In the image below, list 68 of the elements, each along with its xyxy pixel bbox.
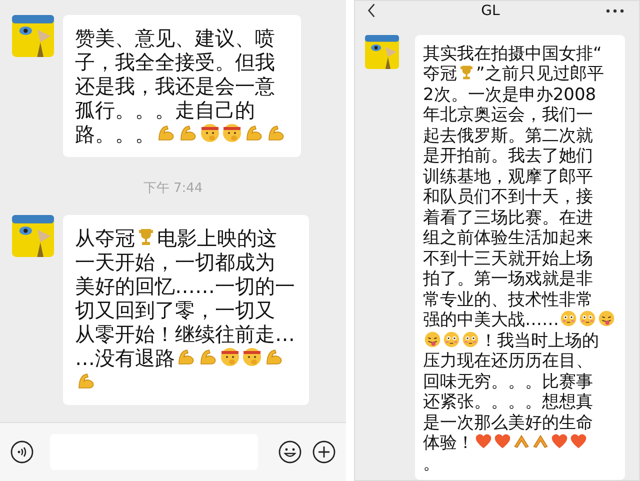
flushed-face-icon — [443, 330, 460, 348]
message-text: 其实我在拍摄中国女排“ — [423, 44, 602, 64]
flexed-arm-icon — [76, 371, 96, 392]
bird-avatar-icon[interactable] — [365, 34, 399, 68]
message-text: 2次。一次是申办2008 — [423, 84, 596, 104]
smiley-icon[interactable] — [278, 440, 302, 464]
flexed-arm-icon — [156, 123, 176, 144]
message-text: 是开拍前。我去了她们 — [423, 146, 593, 166]
message-text: 子，我全全接受。但我 — [75, 50, 275, 74]
message-text: 孤行。。。走自己的 — [75, 98, 255, 122]
flexed-arm-icon — [266, 123, 286, 144]
back-icon[interactable] — [367, 3, 376, 18]
heart-icon — [494, 433, 511, 450]
flushed-face-icon — [579, 310, 596, 328]
message-text: 起去俄罗斯。第二次就 — [423, 126, 593, 146]
trophy-icon — [136, 227, 156, 248]
plus-icon[interactable] — [312, 440, 336, 464]
message-text: 常专业的、技术性非常 — [423, 290, 593, 310]
message-text: …没有退路 — [75, 346, 175, 370]
bird-avatar-icon[interactable] — [12, 15, 54, 57]
flexed-arm-icon — [244, 123, 264, 144]
message-text: 还紧张。。。。想想真 — [423, 392, 593, 412]
message-text: 年北京奥运会，我们一 — [423, 105, 593, 125]
message-text: 和队员们不到十天，接 — [423, 187, 593, 207]
message-text: 回味无穷。。。比赛事 — [423, 372, 593, 392]
message-text: 着看了三场比赛。在进 — [423, 208, 593, 228]
flushed-face-icon — [462, 330, 479, 348]
message-text: ”之前只见过郎平 — [476, 64, 604, 84]
message-text: 从夺冠 — [75, 226, 135, 250]
message-text: 强的中美大战…… — [423, 310, 559, 330]
timestamp: 下午 7:44 — [143, 180, 203, 197]
flexed-arm-icon — [178, 123, 198, 144]
voice-icon[interactable] — [10, 440, 34, 464]
heart-icon — [551, 433, 568, 450]
message-text: 切又回到了零，一切又 — [75, 298, 275, 322]
chat-title: GL — [481, 2, 500, 19]
message-text: 训练基地，观摩了郎平 — [423, 166, 593, 186]
message-text: 赞美、意见、建议、喷 — [75, 26, 275, 50]
flexed-arm-icon — [176, 347, 196, 368]
message-text: 美好的回忆……一切的一 — [75, 274, 295, 298]
message-text: 电影上映的这 — [157, 226, 277, 250]
message-text: 组之前体验生活加起来 — [423, 228, 593, 248]
message-text: 压力现在还历历在目、 — [423, 351, 593, 371]
message-text: 。 — [423, 454, 440, 474]
bird-avatar-icon[interactable] — [12, 215, 54, 257]
face-headband-icon — [222, 123, 242, 144]
face-headband-icon — [220, 347, 240, 368]
message-text: 体验！ — [423, 433, 474, 453]
tongue-face-icon — [598, 310, 615, 328]
heart-icon — [570, 433, 587, 450]
message-text: 不到十三天就开始上场 — [423, 248, 593, 268]
message-text: ！我当时上场的 — [480, 330, 599, 350]
flexed-arm-icon — [198, 347, 218, 368]
flexed-arm-icon — [264, 347, 284, 368]
face-headband-icon — [242, 347, 262, 368]
message-text: 还是我，我还是会一意 — [75, 74, 275, 98]
message-text: 夺冠 — [423, 64, 457, 84]
message-text: 是一次那么美好的生命 — [423, 412, 593, 432]
flushed-face-icon — [560, 310, 577, 328]
trophy-icon — [458, 64, 475, 82]
more-icon[interactable] — [605, 8, 625, 14]
tongue-face-icon — [424, 330, 441, 348]
message-text: 从零开始！继续往前走… — [75, 322, 295, 346]
heart-icon — [475, 433, 492, 450]
face-headband-icon — [200, 123, 220, 144]
message-text: 拍了。第一场戏就是非 — [423, 269, 593, 289]
message-text: 一天开始，一切都成为 — [75, 250, 275, 274]
message-text: 路。。。 — [75, 122, 155, 146]
